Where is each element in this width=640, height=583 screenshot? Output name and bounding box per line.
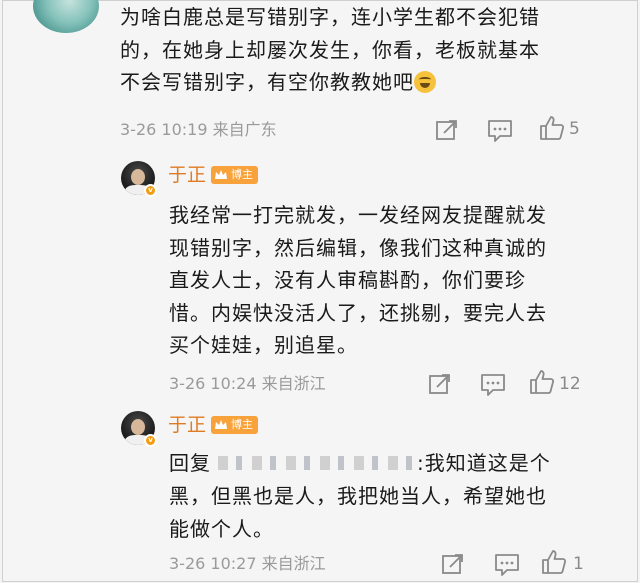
share-icon[interactable] [435, 119, 459, 141]
verified-badge-icon: v [144, 434, 157, 447]
verified-badge-icon: v [144, 184, 157, 197]
commenter-avatar[interactable] [33, 0, 99, 33]
reply-prefix: 回复 [169, 451, 211, 475]
reply-text: 我经常一打完就发，一发经网友提醒就发 现错别字，然后编辑，像我们这种真诚的 直发… [169, 199, 547, 362]
comment-text: 为啥白鹿总是写错别字，连小学生都不会犯错 的，在她身上却屡次发生，你看，老板就基… [120, 1, 540, 99]
blogger-tag: 博主 [211, 416, 258, 434]
reply-line: 惜。内娱快没活人了，还挑剔，要完人去 [169, 300, 547, 325]
reply-text-after-mask: :我知道这是个 [417, 451, 551, 475]
reply-meta: 3-26 10:27 来自浙江 [169, 554, 326, 573]
reply-line: 黑，但黑也是人，我把她当人，希望她也 [169, 484, 547, 508]
replier-name[interactable]: 于正 [168, 414, 206, 436]
share-icon[interactable] [428, 373, 452, 395]
masked-username [218, 456, 418, 470]
like-count: 12 [559, 374, 581, 394]
blogger-tag: 博主 [211, 166, 258, 184]
reply-meta: 3-26 10:24 来自浙江 [169, 374, 326, 393]
comment-line: 的，在她身上却屡次发生，你看，老板就基本 [120, 37, 540, 62]
reply-line: 能做个人。 [169, 516, 274, 541]
reply-line: 现错别字，然后编辑，像我们这种真诚的 [169, 235, 547, 260]
crown-icon [215, 420, 227, 429]
replier-name[interactable]: 于正 [168, 164, 206, 186]
reply-line: 我经常一打完就发，一发经网友提醒就发 [169, 203, 547, 227]
comment-icon[interactable] [487, 119, 513, 143]
laughing-crying-emoji-icon [414, 71, 436, 93]
like-icon[interactable] [529, 369, 555, 395]
like-count: 1 [573, 554, 584, 574]
crown-icon [215, 170, 227, 179]
share-icon[interactable] [441, 553, 465, 575]
like-count: 5 [569, 119, 580, 139]
reply-text: 黑，但黑也是人，我把她当人，希望她也 能做个人。 [169, 480, 547, 545]
comment-icon[interactable] [494, 553, 520, 577]
comment-line: 不会写错别字，有空你教教她吧 [120, 66, 540, 99]
reply-line: 直发人士，没有人审稿斟酌，你们要珍 [169, 268, 526, 292]
comment-line: 为啥白鹿总是写错别字，连小学生都不会犯错 [120, 5, 540, 29]
comment-meta: 3-26 10:19 来自广东 [120, 120, 277, 139]
comment-icon[interactable] [480, 373, 506, 397]
like-icon[interactable] [541, 549, 567, 575]
like-icon[interactable] [539, 115, 565, 141]
comment-thread: 为啥白鹿总是写错别字，连小学生都不会犯错 的，在她身上却屡次发生，你看，老板就基… [2, 0, 638, 582]
reply-line: 买个娃娃，别追星。 [169, 333, 358, 357]
